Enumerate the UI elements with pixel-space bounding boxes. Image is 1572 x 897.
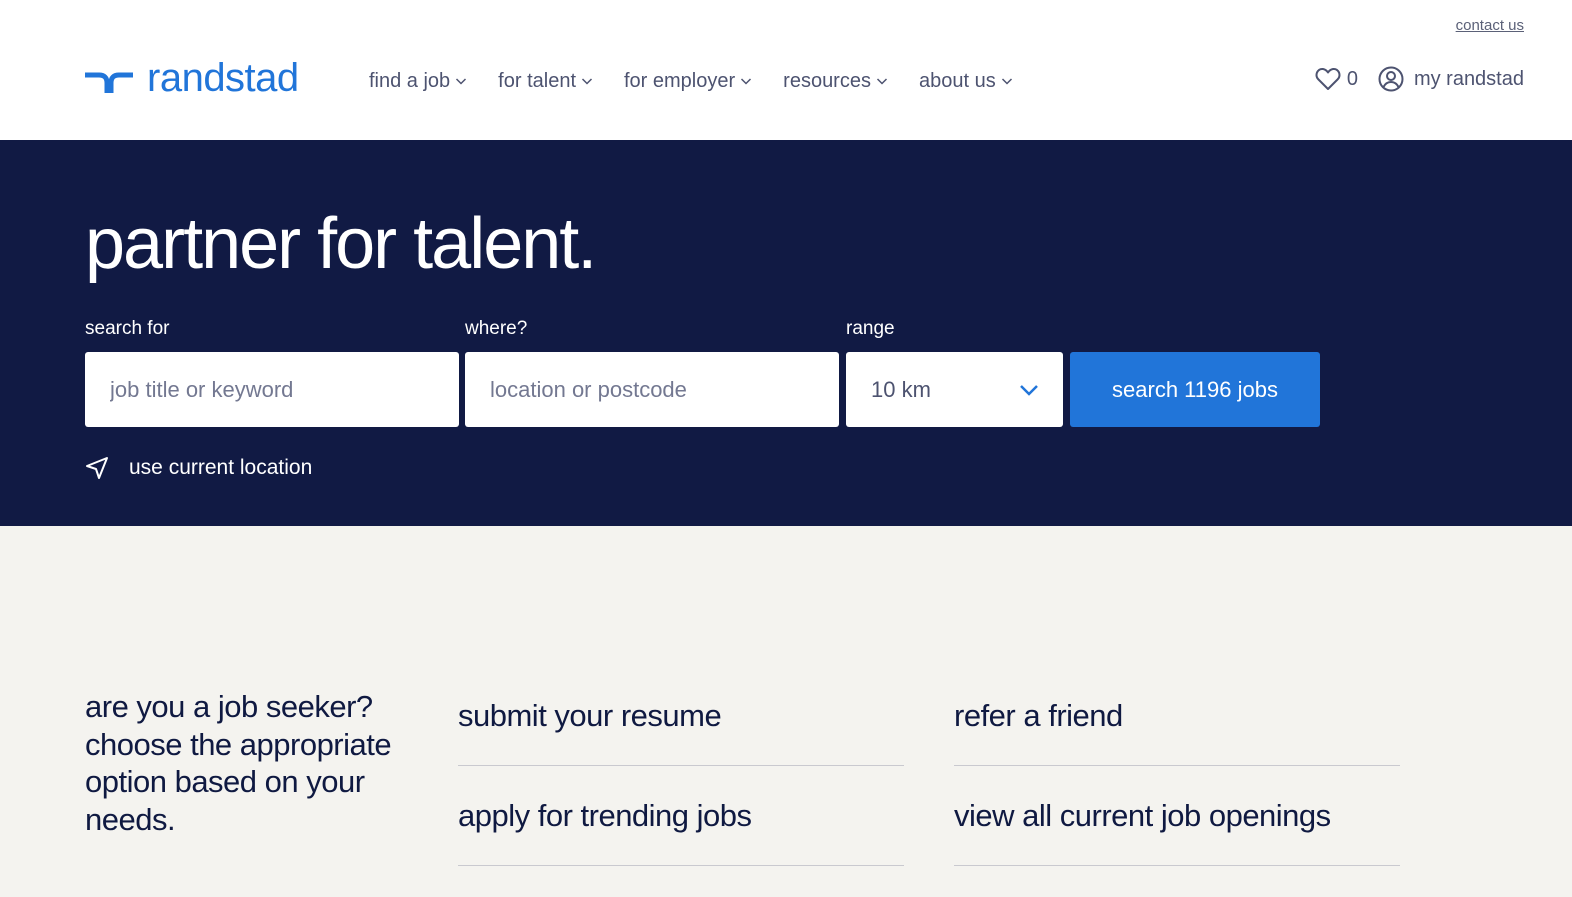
nav-label: find a job [369,69,451,92]
nav-for-employer[interactable]: for employer [624,66,752,96]
chevron-down-icon [581,78,593,85]
chevron-down-icon [876,78,887,85]
location-arrow-icon [86,457,108,479]
my-randstad-button[interactable]: my randstad [1378,66,1524,92]
favorites-button[interactable]: 0 [1315,67,1358,91]
contact-us-link[interactable]: contact us [1456,17,1524,34]
site-header: contact us randstad find a job for talen… [0,0,1572,140]
nav-resources[interactable]: resources [783,66,888,96]
use-location-label: use current location [129,456,313,479]
nav-label: resources [783,69,871,92]
user-circle-icon [1378,66,1404,92]
options-column-1: submit your resume apply for trending jo… [458,666,904,866]
chevron-down-icon [1020,384,1038,396]
keyword-input[interactable] [85,352,459,427]
favorites-count: 0 [1346,67,1358,90]
all-job-openings-link[interactable]: view all current job openings [954,766,1400,866]
location-input[interactable] [465,352,839,427]
refer-friend-link[interactable]: refer a friend [954,666,1400,766]
randstad-logo-icon [85,72,133,93]
search-for-label: search for [85,318,170,339]
use-current-location-button[interactable]: use current location [85,456,312,480]
randstad-logo[interactable]: randstad [85,58,299,98]
header-actions: 0 my randstad [1315,66,1524,92]
nav-label: about us [918,69,996,92]
trending-jobs-link[interactable]: apply for trending jobs [458,766,904,866]
my-randstad-label: my randstad [1413,67,1524,90]
job-seeker-intro: are you a job seeker? choose the appropr… [85,689,392,837]
nav-for-talent[interactable]: for talent [498,66,593,96]
hero-title: partner for talent. [85,204,597,284]
heart-icon [1315,67,1341,90]
where-label: where? [465,318,528,339]
chevron-down-icon [741,78,752,85]
job-seeker-options: are you a job seeker? choose the appropr… [0,526,1572,897]
nav-label: for employer [624,69,736,92]
hero-search-section: partner for talent. search for where? ra… [0,140,1572,526]
nav-label: for talent [498,69,576,92]
search-jobs-button[interactable]: search 1196 jobs [1070,352,1320,427]
range-label: range [846,318,895,339]
chevron-down-icon [456,78,467,85]
submit-resume-link[interactable]: submit your resume [458,666,904,766]
range-value: 10 km [871,376,931,402]
range-select[interactable]: 10 km [846,352,1063,427]
nav-about-us[interactable]: about us [919,66,1013,96]
chevron-down-icon [1001,78,1012,85]
logo-wordmark: randstad [147,56,299,100]
nav-find-a-job[interactable]: find a job [369,66,467,96]
main-nav: find a job for talent for employer resou… [369,66,1044,96]
options-column-2: refer a friend view all current job open… [954,666,1400,866]
